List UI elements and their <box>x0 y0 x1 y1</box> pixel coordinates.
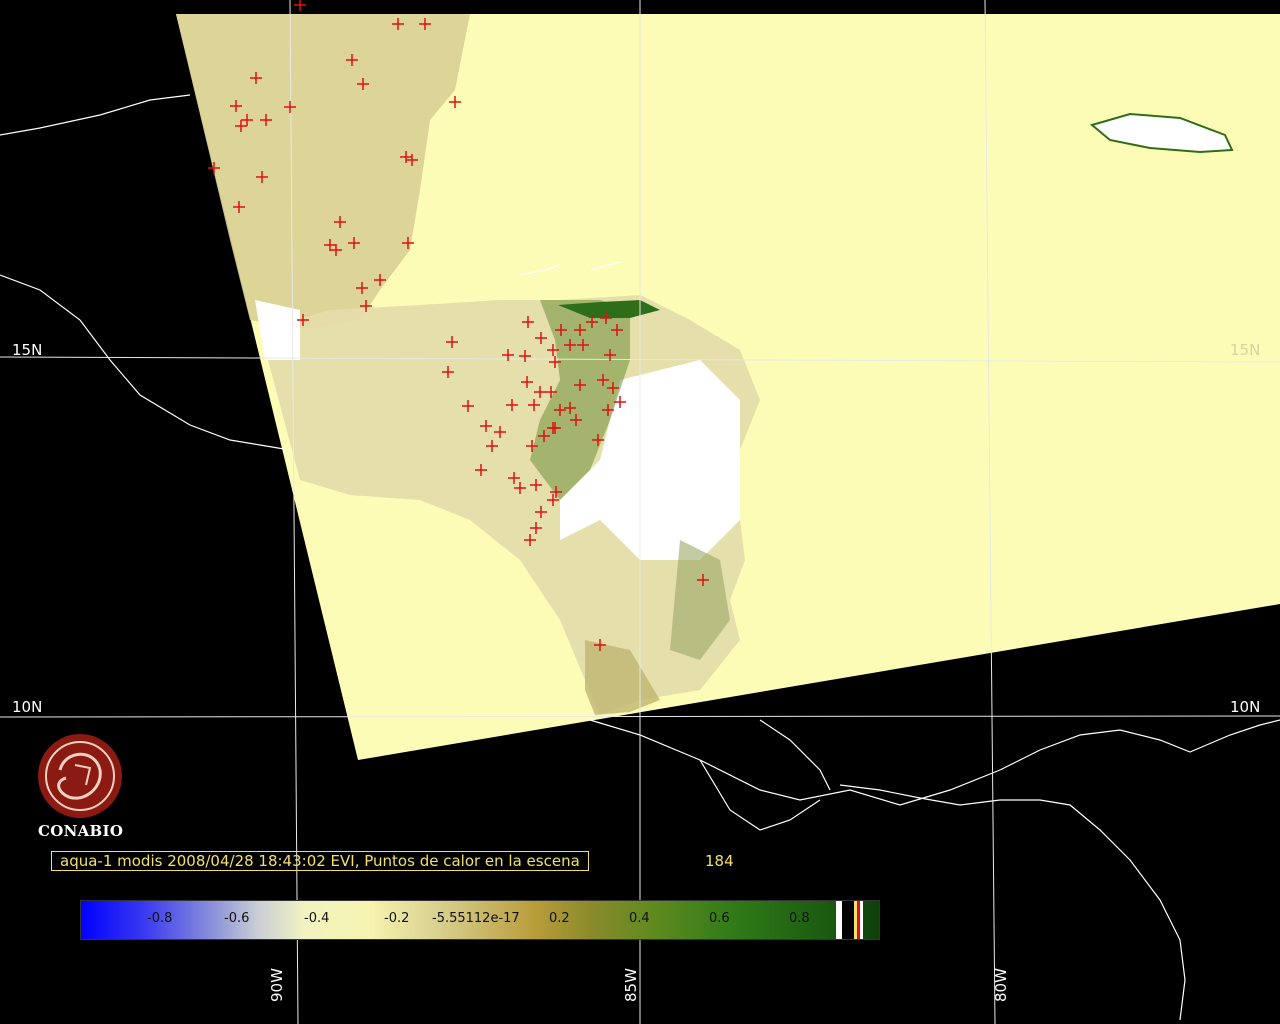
colorbar-tick: 0.6 <box>709 911 730 926</box>
conabio-logo <box>38 734 122 818</box>
evi-colorbar: -0.8 -0.6 -0.4 -0.2 -5.55112e-17 0.2 0.4… <box>80 900 880 940</box>
lat-label-15n-right: 15N <box>1230 341 1261 359</box>
lat-label-10n-right: 10N <box>1230 698 1261 716</box>
colorbar-tick: -0.4 <box>304 911 330 926</box>
colorbar-tick: -0.2 <box>384 911 410 926</box>
lon-label-85w: 85W <box>622 968 640 1002</box>
colorbar-tick: -0.8 <box>147 911 173 926</box>
colorbar-white-swatch-2 <box>860 901 863 939</box>
colorbar-tick: -5.55112e-17 <box>432 911 520 926</box>
lon-label-90w: 90W <box>268 968 286 1002</box>
colorbar-tick: 0.4 <box>629 911 650 926</box>
scene-caption: aqua-1 modis 2008/04/28 18:43:02 EVI, Pu… <box>51 851 589 871</box>
colorbar-tick: 0.2 <box>549 911 570 926</box>
colorbar-tick: 0.8 <box>789 911 810 926</box>
hotspot-count: 184 <box>705 852 734 870</box>
lon-label-80w: 80W <box>992 968 1010 1002</box>
colorbar-black-swatch <box>842 901 854 939</box>
colorbar-tick: -0.6 <box>224 911 250 926</box>
lat-label-15n-left: 15N <box>12 341 43 359</box>
fire-marker <box>294 0 306 11</box>
lat-label-10n-left: 10N <box>12 698 43 716</box>
logo-name: CONABIO <box>38 822 124 840</box>
